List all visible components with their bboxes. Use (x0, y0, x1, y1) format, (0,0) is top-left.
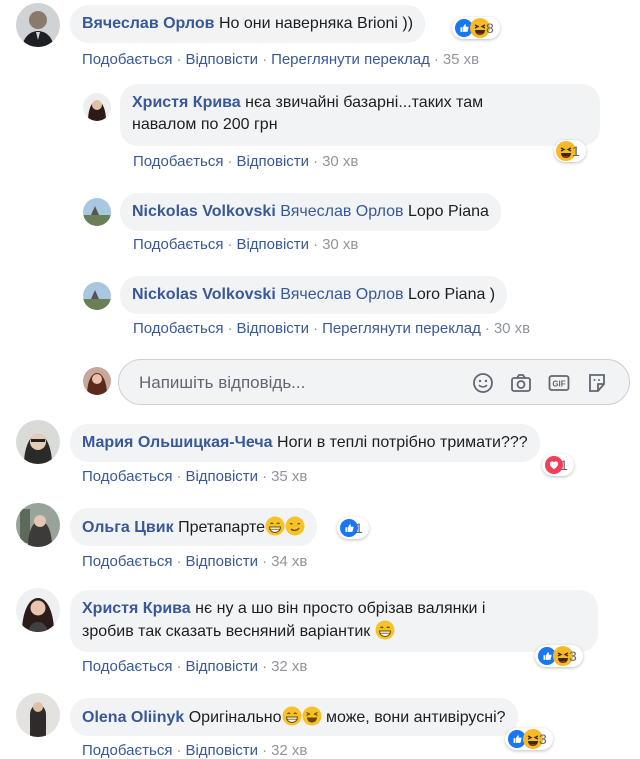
comment-text-line2: навалом по 200 грн (132, 116, 278, 133)
like-link[interactable]: Подобається (133, 236, 223, 253)
comment-bubble: Вячеслав Орлов Но они наверняка Brioni )… (70, 5, 426, 43)
grin-emoji-icon (375, 620, 395, 640)
comment-bubble: Olena Oliinyk Оригінально може, вони ант… (70, 698, 518, 736)
reaction-summary[interactable]: 3 (535, 645, 583, 667)
reaction-count: 1 (572, 143, 580, 159)
like-link[interactable]: Подобається (82, 553, 172, 570)
reaction-count: 3 (569, 648, 577, 664)
timestamp[interactable]: 30 хв (322, 153, 358, 170)
timestamp[interactable]: 35 хв (271, 468, 307, 485)
comment-actions: Подобається · Відповісти · Переглянути перек… (82, 51, 480, 68)
like-link[interactable]: Подобається (82, 742, 172, 759)
avatar[interactable] (16, 693, 60, 737)
avatar[interactable] (16, 420, 60, 464)
my-avatar (83, 367, 111, 395)
comment-bubble: Христя Крива нєа звичайні базарні...таки… (120, 84, 600, 146)
avatar[interactable] (83, 93, 111, 121)
like-link[interactable]: Подобається (133, 153, 223, 170)
reaction-summary[interactable]: 8 (452, 17, 500, 39)
comment-mention[interactable]: Вячеслав Орлов (280, 286, 403, 303)
reply-link[interactable]: Відповісти (185, 658, 258, 675)
reply-input[interactable] (137, 370, 441, 396)
comment-author[interactable]: Мария Ольшицкая-Чеча (82, 434, 273, 451)
smirk-emoji-icon (285, 516, 305, 536)
comment-actions: Подобається · Відповісти · 35 хв (82, 468, 308, 485)
comment-bubble: Христя Крива нє ну а шо він просто обріз… (70, 590, 598, 652)
comment-bubble: Nickolas Volkovski Вячеслав Орлов Loro P… (120, 276, 508, 314)
comment-text-line2: зробив так сказать весняний варіантик (82, 623, 371, 640)
reaction-summary[interactable]: 3 (505, 728, 553, 750)
emoji-icon[interactable] (471, 371, 495, 395)
reply-link[interactable]: Відповісти (185, 553, 258, 570)
timestamp[interactable]: 34 хв (271, 553, 307, 570)
comment-author[interactable]: Вячеслав Орлов (82, 15, 215, 32)
comment-text: Lopo Piana (407, 203, 489, 220)
avatar[interactable] (83, 198, 111, 226)
grin-emoji-icon (282, 706, 302, 726)
comment-author[interactable]: Nickolas Volkovski (132, 203, 276, 220)
reply-link[interactable]: Відповісти (236, 320, 309, 337)
comment-author[interactable]: Olena Oliinyk (82, 709, 184, 726)
comment-actions: Подобається · Відповісти · 30 хв (133, 153, 359, 170)
comment-actions: Подобається · Відповісти · 32 хв (82, 658, 308, 675)
comment-text: Претапарте (178, 519, 266, 536)
timestamp[interactable]: 35 хв (443, 51, 479, 68)
comment-text-line1: нє ну а шо він просто обрізав валянки і (195, 600, 486, 617)
comment-author[interactable]: Nickolas Volkovski (132, 286, 276, 303)
like-link[interactable]: Подобається (82, 658, 172, 675)
reaction-summary[interactable]: 1 (337, 517, 369, 539)
svg-text:GIF: GIF (552, 380, 565, 389)
reaction-summary[interactable]: 1 (542, 454, 574, 476)
reply-link[interactable]: Відповісти (236, 153, 309, 170)
avatar[interactable] (16, 503, 60, 547)
comment-actions: Подобається · Відповісти · 30 хв (133, 236, 359, 253)
comment-author[interactable]: Христя Крива (132, 94, 241, 111)
avatar[interactable] (16, 588, 60, 632)
camera-icon[interactable] (509, 371, 533, 395)
gif-icon[interactable]: GIF (547, 371, 571, 395)
comment-actions: Подобається · Відповісти · 32 хв (82, 742, 308, 759)
comment-author[interactable]: Христя Крива (82, 600, 191, 617)
timestamp[interactable]: 30 хв (494, 320, 530, 337)
comment-text: Loro Piana ) (407, 286, 496, 303)
reaction-count: 1 (560, 457, 568, 473)
like-link[interactable]: Подобається (82, 468, 172, 485)
timestamp[interactable]: 30 хв (322, 236, 358, 253)
laugh-emoji-icon (302, 706, 322, 726)
reply-link[interactable]: Відповісти (185, 468, 258, 485)
like-link[interactable]: Подобається (82, 51, 172, 68)
timestamp[interactable]: 32 хв (271, 658, 307, 675)
reply-link[interactable]: Відповісти (185, 742, 258, 759)
comment-bubble: Мария Ольшицкая-Чеча Ноги в теплі потріб… (70, 424, 540, 462)
avatar[interactable] (83, 282, 111, 310)
comment-text: Ноги в теплі потрібно тримати??? (277, 434, 528, 451)
reaction-count: 3 (539, 731, 547, 747)
comment-text-a: Оригінально (188, 709, 282, 726)
comment-bubble: Nickolas Volkovski Вячеслав Орлов Lopo P… (120, 193, 501, 231)
comment-actions: Подобається · Відповісти · Переглянути перек… (133, 320, 531, 337)
reaction-summary[interactable]: 1 (554, 140, 586, 162)
like-link[interactable]: Подобається (133, 320, 223, 337)
comment-author[interactable]: Ольга Цвик (82, 519, 174, 536)
avatar[interactable] (16, 3, 60, 47)
reply-link[interactable]: Відповісти (236, 236, 309, 253)
grin-emoji-icon (265, 516, 285, 536)
sticker-icon[interactable] (585, 371, 609, 395)
comment-mention[interactable]: Вячеслав Орлов (280, 203, 403, 220)
reply-link[interactable]: Відповісти (185, 51, 258, 68)
translate-link[interactable]: Переглянути переклад (322, 320, 481, 337)
reaction-count: 1 (355, 520, 363, 536)
reaction-count: 8 (486, 20, 494, 36)
comment-bubble: Ольга Цвик Претапарте (70, 508, 318, 546)
comment-text-b: може, вони антивірусні? (325, 709, 506, 726)
reply-composer[interactable]: GIF (118, 359, 630, 405)
translate-link[interactable]: Переглянути переклад (271, 51, 430, 68)
timestamp[interactable]: 32 хв (271, 742, 307, 759)
comment-text: Но они наверняка Brioni )) (218, 15, 414, 32)
comment-text-line1: нєа звичайні базарні...таких там (245, 94, 484, 111)
comment-actions: Подобається · Відповісти · 34 хв (82, 553, 308, 570)
